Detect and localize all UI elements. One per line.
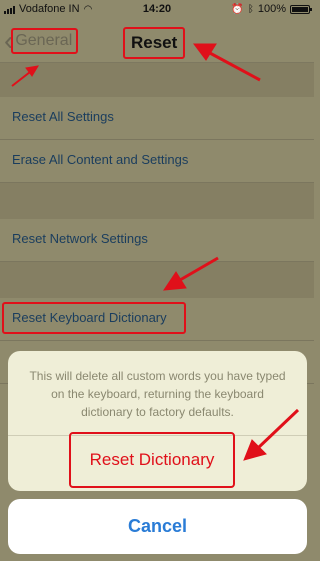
annotation-highlight-box — [2, 302, 186, 334]
status-bar: Vodafone IN ◠ 14:20 ⏰ ᛒ 100% — [0, 0, 314, 20]
back-button[interactable]: ‹ General — [4, 27, 79, 55]
erase-all-content-row[interactable]: Erase All Content and Settings — [0, 140, 314, 183]
row-label: Erase All Content and Settings — [12, 152, 189, 167]
reset-network-settings-row[interactable]: Reset Network Settings — [0, 219, 314, 262]
row-label: Reset Network Settings — [12, 231, 148, 246]
section-spacer — [0, 262, 314, 298]
battery-icon — [290, 4, 312, 14]
reset-all-settings-row[interactable]: Reset All Settings — [0, 97, 314, 140]
page-title: Reset — [123, 27, 186, 59]
navigation-bar: ‹ General Reset — [0, 20, 314, 63]
row-label: Reset All Settings — [12, 109, 114, 124]
reset-dictionary-button[interactable]: Reset Dictionary — [69, 432, 235, 488]
section-spacer — [0, 183, 314, 219]
sheet-message: This will delete all custom words you ha… — [29, 369, 286, 419]
cancel-button[interactable]: Cancel — [8, 499, 307, 554]
battery-percent: 100% — [257, 3, 286, 15]
section-spacer — [0, 63, 314, 97]
alarm-icon: ⏰ — [231, 3, 244, 15]
status-right: ⏰ ᛒ 100% — [231, 3, 312, 15]
back-label: General — [11, 28, 79, 54]
bluetooth-icon: ᛒ — [247, 3, 254, 15]
